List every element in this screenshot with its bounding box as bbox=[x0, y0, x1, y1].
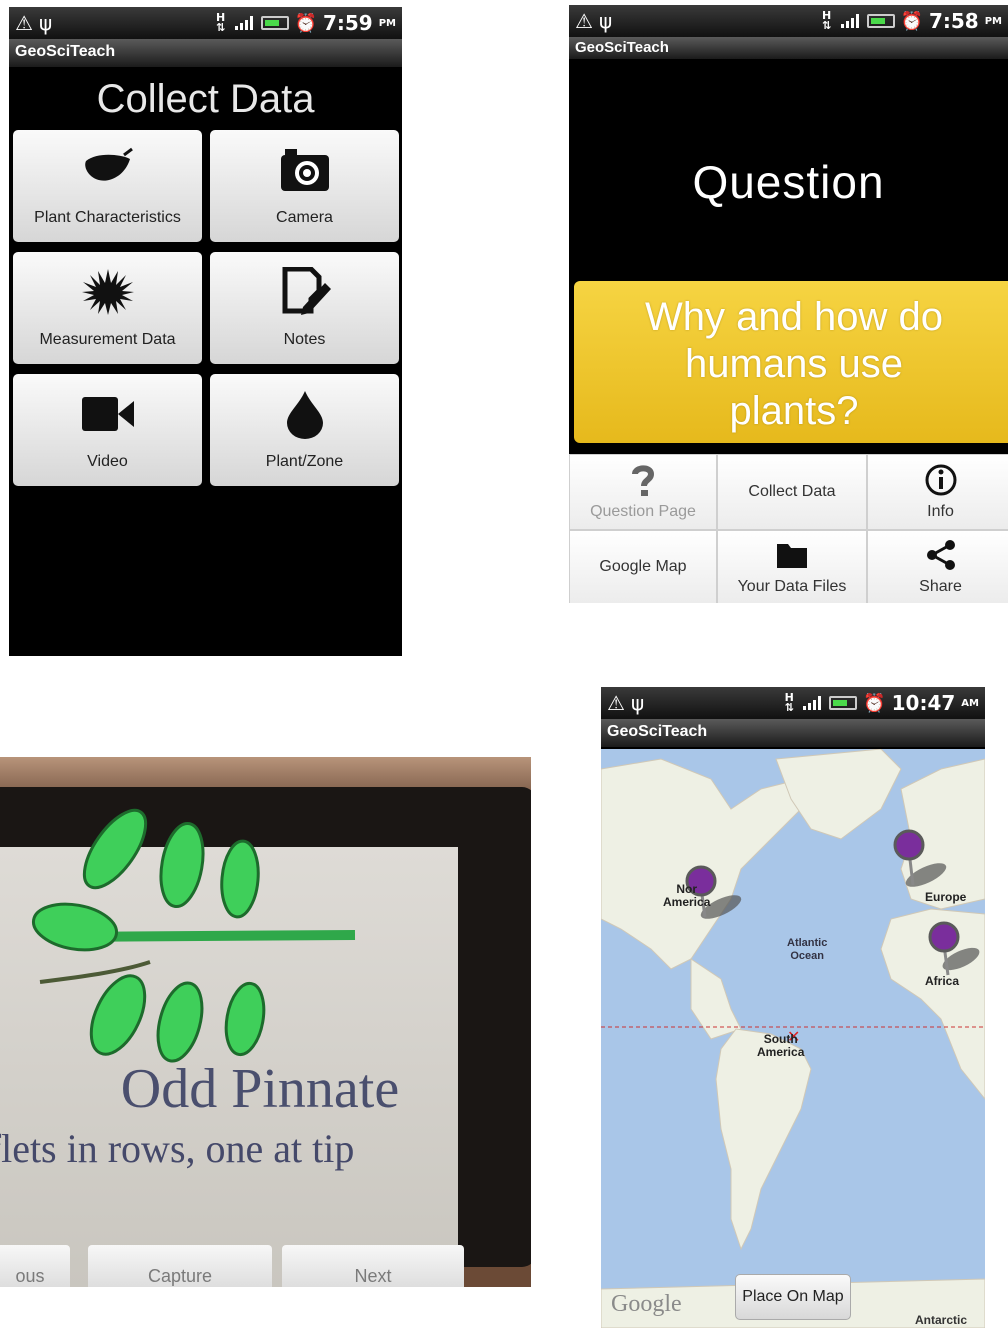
clock-ampm: AM bbox=[961, 697, 979, 709]
tile-label: Video bbox=[87, 453, 128, 470]
starburst-icon bbox=[81, 269, 134, 315]
signal-icon bbox=[233, 16, 255, 30]
warning-icon: ⚠ bbox=[607, 691, 625, 715]
question-line: plants? bbox=[729, 389, 859, 433]
status-bar: ⚠ ψ H ⇅ ⏰ 7:59 PM bbox=[9, 7, 402, 39]
note-edit-icon bbox=[282, 267, 331, 315]
usb-icon: ψ bbox=[598, 9, 613, 33]
plant-zone-button[interactable]: Plant/Zone bbox=[210, 374, 399, 486]
page-title: Collect Data bbox=[96, 77, 315, 121]
question-line: Why and how do bbox=[645, 295, 943, 339]
menu-label: Question Page bbox=[590, 503, 696, 520]
signal-icon bbox=[801, 696, 823, 710]
warning-icon: ⚠ bbox=[575, 9, 593, 33]
google-logo: Google bbox=[611, 1291, 682, 1317]
map-label-north-america: Nor America bbox=[663, 882, 711, 909]
data-files-menu-item[interactable]: Your Data Files bbox=[717, 530, 867, 603]
camera-icon bbox=[280, 149, 329, 191]
tile-label: Notes bbox=[283, 331, 326, 348]
map-label-south-america: South America bbox=[757, 1032, 805, 1059]
google-map-menu-item[interactable]: Google Map bbox=[569, 530, 717, 603]
usb-icon: ψ bbox=[630, 691, 645, 715]
clock-time: 10:47 bbox=[891, 691, 956, 715]
status-bar: ⚠ ψ H ⇅ ⏰ 7:58 PM bbox=[569, 5, 1008, 37]
tile-label: Plant Characteristics bbox=[34, 209, 181, 226]
app-title: GeoSciTeach bbox=[569, 37, 1008, 59]
tile-label: Plant/Zone bbox=[265, 453, 344, 470]
odd-pinnate-leaf-icon bbox=[31, 808, 356, 1063]
info-icon bbox=[925, 464, 956, 496]
battery-icon bbox=[260, 16, 289, 30]
clock-time: 7:59 bbox=[322, 11, 373, 35]
alarm-icon: ⏰ bbox=[900, 10, 923, 32]
question-screen: ⚠ ψ H ⇅ ⏰ 7:58 PM GeoSciTeach Question Why… bbox=[569, 5, 1008, 603]
status-bar: ⚠ ψ H ⇅ ⏰ 10:47 AM bbox=[601, 687, 985, 719]
app-title: GeoSciTeach bbox=[9, 39, 402, 67]
warning-icon: ⚠ bbox=[15, 11, 33, 35]
tile-label: Camera bbox=[276, 209, 333, 226]
map-label-antarctic: Antarctic bbox=[915, 1313, 968, 1327]
previous-button[interactable]: ous bbox=[0, 1245, 70, 1287]
map-label-europe: Europe bbox=[925, 890, 967, 904]
options-menu: Question Page Collect Data Info Google M… bbox=[569, 454, 1008, 603]
signal-icon bbox=[839, 14, 861, 28]
battery-icon bbox=[829, 696, 858, 710]
question-page-menu-item[interactable]: Question Page bbox=[569, 454, 717, 530]
map-label-africa: Africa bbox=[925, 974, 960, 988]
map-label-atlantic: Atlantic Ocean bbox=[787, 937, 828, 962]
water-drop-icon bbox=[286, 391, 323, 439]
world-map[interactable]: ✕ Nor America Atlantic Ocean Europe Africa… bbox=[601, 749, 985, 1328]
clock-time: 7:58 bbox=[928, 9, 979, 33]
info-menu-item[interactable]: Info bbox=[867, 454, 1008, 530]
menu-label: Google Map bbox=[599, 558, 687, 575]
leaf-icon bbox=[84, 147, 133, 181]
menu-label: Info bbox=[927, 503, 954, 520]
tile-label: Measurement Data bbox=[39, 331, 176, 348]
collect-data-screen: ⚠ ψ H ⇅ ⏰ 7:59 PM GeoSciTeach Collect Data… bbox=[9, 7, 402, 656]
hspa-icon: H ⇅ bbox=[821, 9, 832, 32]
hspa-icon: H ⇅ bbox=[215, 11, 226, 34]
video-camera-icon bbox=[81, 397, 134, 431]
map-screen: ⚠ ψ H ⇅ ⏰ 10:47 AM GeoSciTeach ✕ Nor Ame… bbox=[601, 687, 985, 1328]
photo-button-row: ous Capture Next bbox=[0, 1245, 478, 1287]
place-on-map-button[interactable]: Place On Map bbox=[735, 1274, 851, 1320]
folder-icon bbox=[777, 544, 807, 568]
page-title: Question bbox=[692, 156, 885, 208]
measurement-data-button[interactable]: Measurement Data bbox=[13, 252, 202, 364]
collect-data-menu-item[interactable]: Collect Data bbox=[717, 454, 867, 530]
camera-button[interactable]: Camera bbox=[210, 130, 399, 242]
plant-characteristics-button[interactable]: Plant Characteristics bbox=[13, 130, 202, 242]
capture-button[interactable]: Capture bbox=[88, 1245, 272, 1287]
notes-button[interactable]: Notes bbox=[210, 252, 399, 364]
question-box: Why and how do humans use plants? bbox=[574, 281, 1008, 443]
leaf-type-title: Odd Pinnate bbox=[120, 1058, 400, 1120]
battery-icon bbox=[866, 14, 895, 28]
leaf-type-description: aflets in rows, one at tip bbox=[0, 1126, 355, 1171]
device-photo: Odd Pinnate aflets in rows, one at tip o… bbox=[0, 757, 531, 1287]
usb-icon: ψ bbox=[38, 11, 53, 35]
alarm-icon: ⏰ bbox=[863, 692, 886, 714]
share-menu-item[interactable]: Share bbox=[867, 530, 1008, 603]
clock-ampm: PM bbox=[984, 15, 1002, 27]
clock-ampm: PM bbox=[378, 17, 396, 29]
question-line: humans use bbox=[685, 342, 903, 386]
menu-label: Collect Data bbox=[748, 483, 836, 500]
next-button[interactable]: Next bbox=[282, 1245, 464, 1287]
question-mark-icon bbox=[632, 465, 655, 496]
app-title: GeoSciTeach bbox=[601, 719, 985, 747]
collect-grid: Plant Characteristics Camera Measurement… bbox=[13, 130, 399, 486]
menu-label: Share bbox=[919, 578, 962, 595]
share-icon bbox=[926, 540, 955, 570]
hspa-icon: H ⇅ bbox=[784, 691, 794, 714]
video-button[interactable]: Video bbox=[13, 374, 202, 486]
alarm-icon: ⏰ bbox=[294, 12, 317, 34]
menu-label: Your Data Files bbox=[737, 578, 847, 595]
